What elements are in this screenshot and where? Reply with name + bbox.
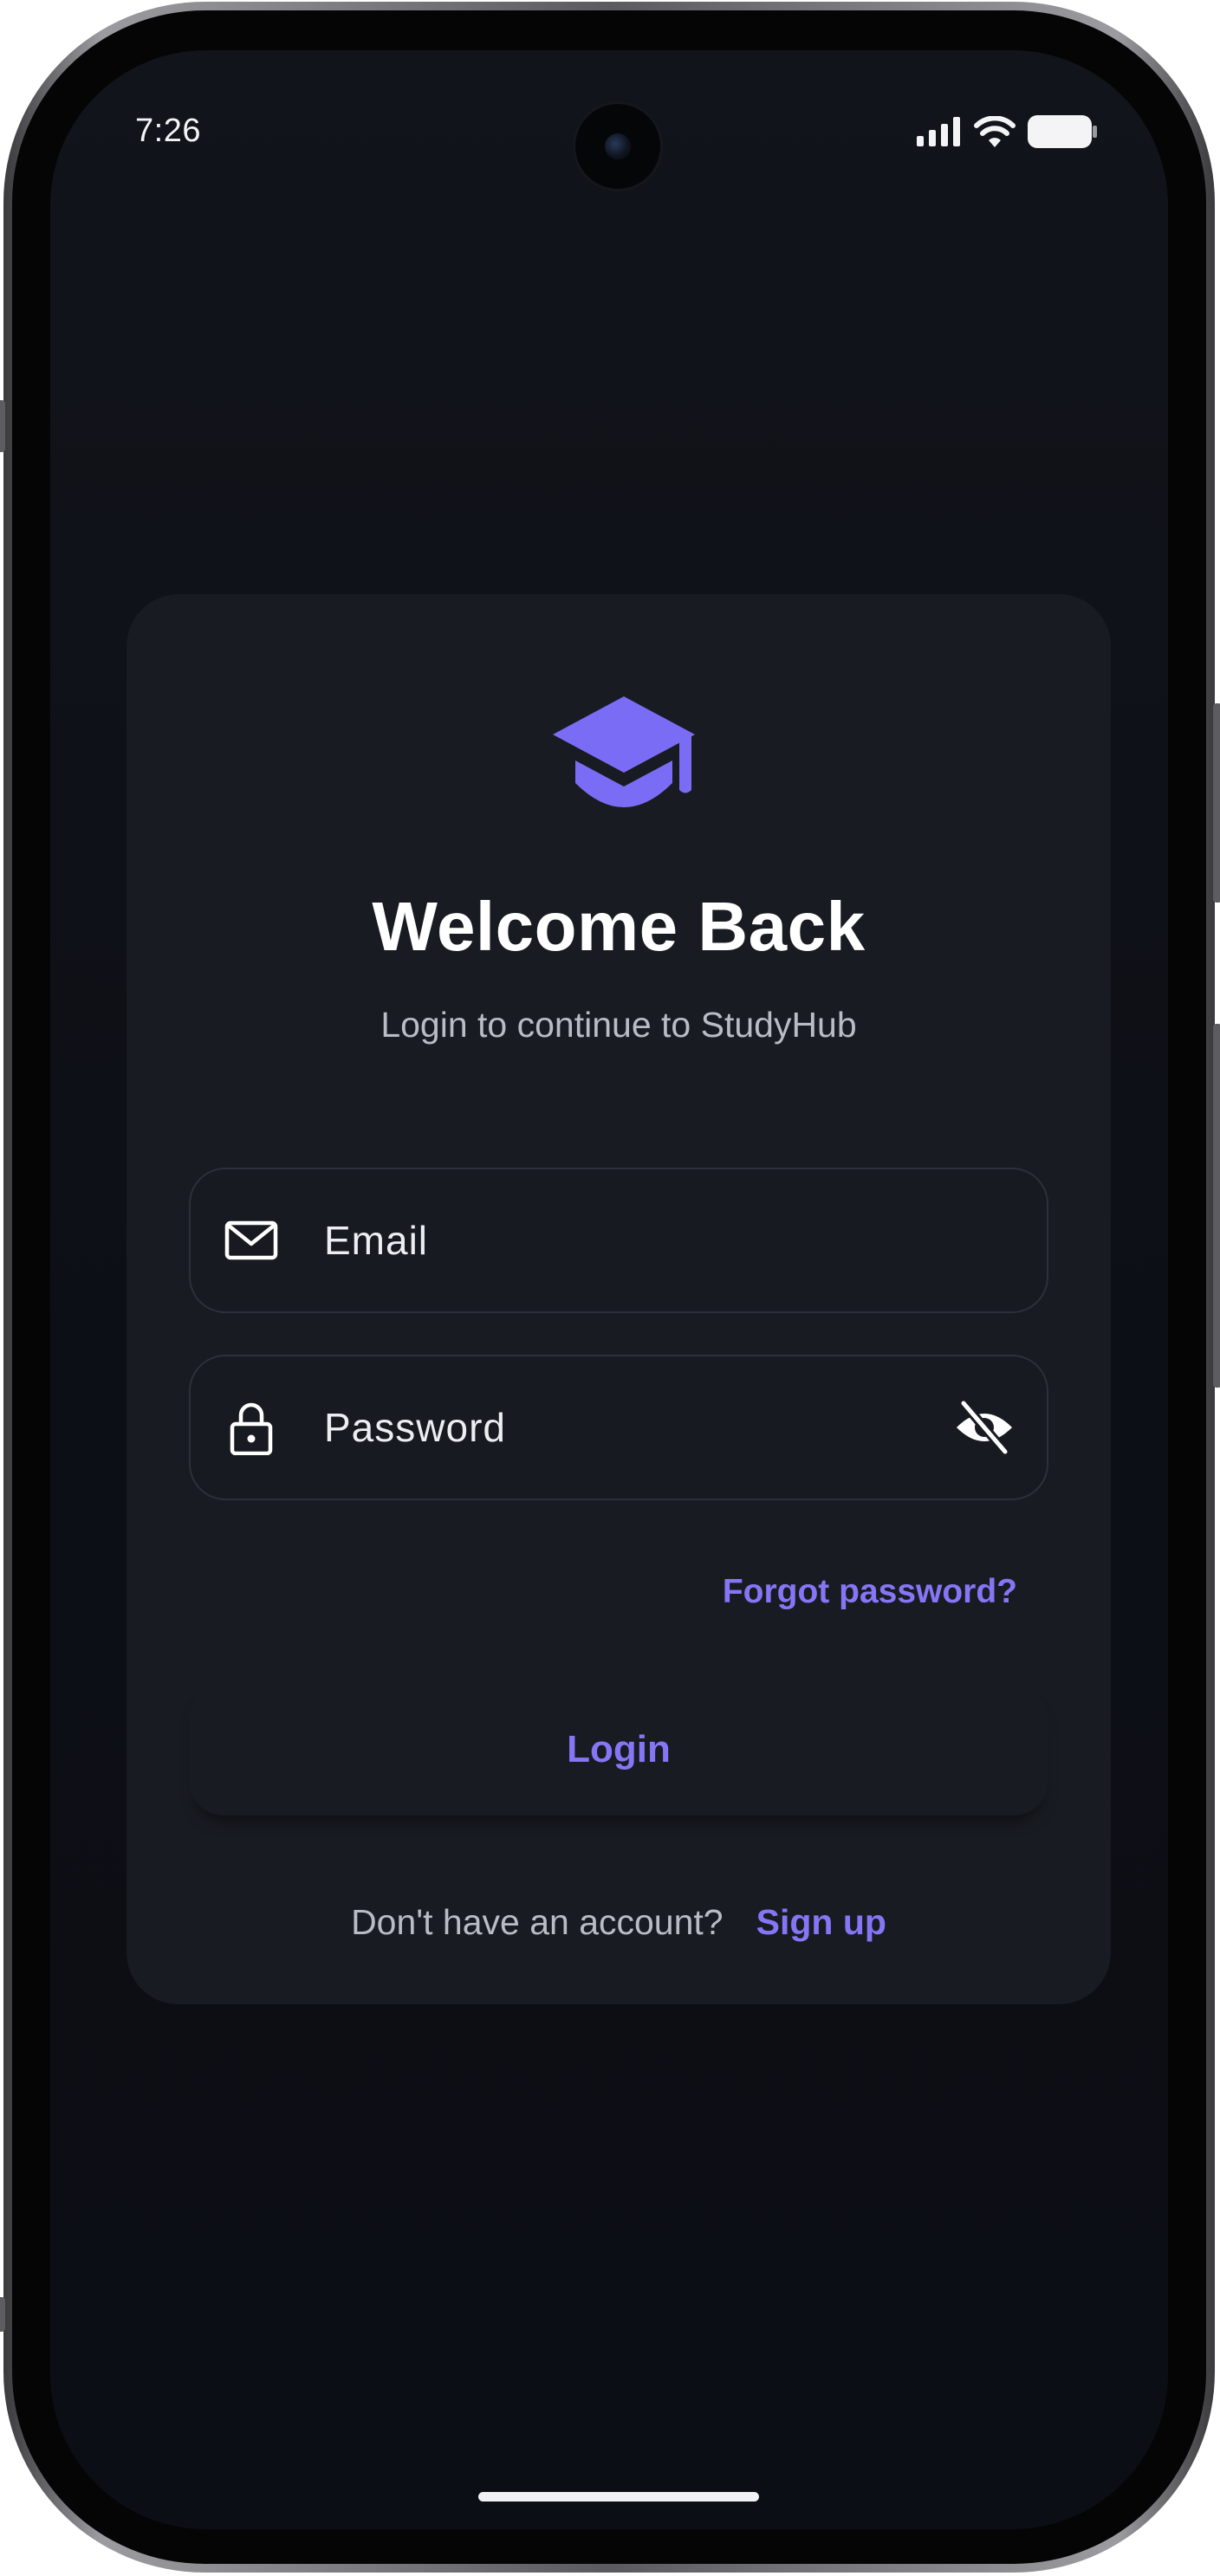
volume-up-button bbox=[0, 2297, 5, 2332]
login-button-label: Login bbox=[567, 1728, 671, 1770]
side-button-upper bbox=[1213, 703, 1220, 903]
login-card: Welcome Back Login to continue to StudyH… bbox=[127, 594, 1111, 2004]
email-input[interactable] bbox=[324, 1169, 931, 1311]
home-indicator[interactable] bbox=[478, 2492, 759, 2502]
password-input[interactable] bbox=[324, 1356, 931, 1498]
graduation-cap-icon bbox=[553, 696, 695, 807]
phone-bezel: 7:26 Welcome Back Login to continue to S… bbox=[12, 10, 1206, 2564]
cellular-signal-icon bbox=[917, 117, 960, 146]
battery-icon bbox=[1028, 115, 1097, 148]
front-camera bbox=[575, 104, 660, 189]
status-icons bbox=[917, 114, 1097, 149]
forgot-password-link[interactable]: Forgot password? bbox=[723, 1573, 1017, 1611]
page-subtitle: Login to continue to StudyHub bbox=[380, 1005, 857, 1045]
login-button[interactable]: Login bbox=[189, 1684, 1048, 1815]
signup-link[interactable]: Sign up bbox=[756, 1902, 886, 1943]
status-bar: 7:26 bbox=[50, 50, 1168, 189]
page-title: Welcome Back bbox=[372, 888, 866, 965]
signup-row: Don't have an account? Sign up bbox=[127, 1902, 1111, 1943]
wifi-icon bbox=[974, 116, 1016, 147]
status-time: 7:26 bbox=[135, 113, 201, 149]
phone-frame: 7:26 Welcome Back Login to continue to S… bbox=[0, 2, 1220, 2573]
lock-icon bbox=[230, 1402, 273, 1455]
signup-prompt: Don't have an account? bbox=[351, 1902, 724, 1942]
side-button-lower bbox=[1213, 1024, 1220, 1388]
eye-off-icon[interactable] bbox=[953, 1396, 1016, 1459]
password-field-container[interactable] bbox=[189, 1355, 1048, 1500]
email-field-container[interactable] bbox=[189, 1168, 1048, 1313]
action-button bbox=[0, 400, 5, 452]
mail-icon bbox=[224, 1220, 278, 1260]
app-screen: 7:26 Welcome Back Login to continue to S… bbox=[50, 50, 1168, 2529]
